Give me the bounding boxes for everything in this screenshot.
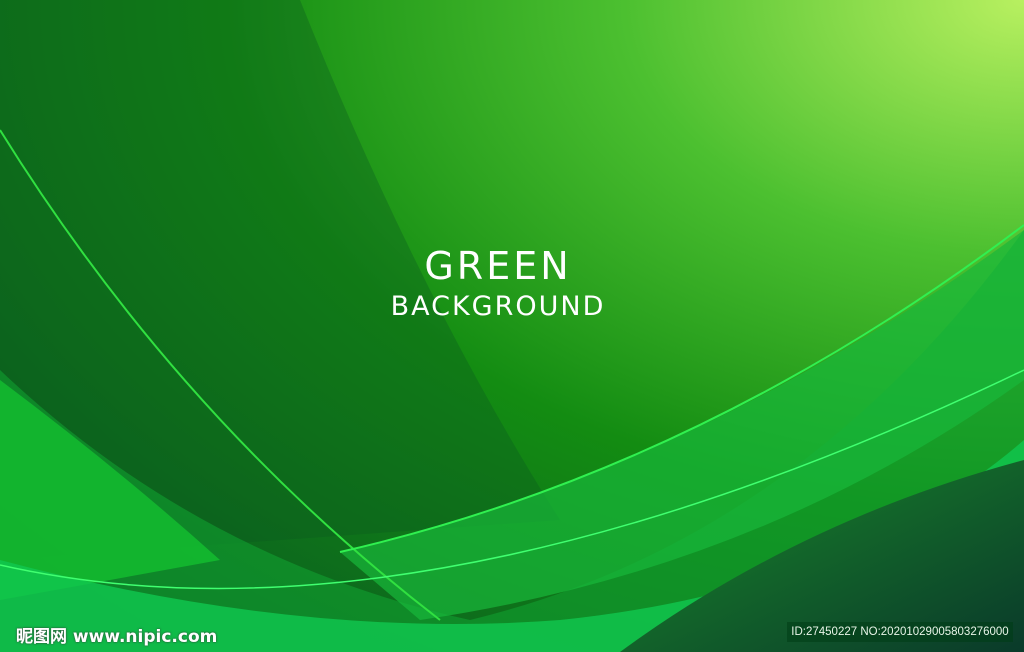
watermark: 昵图网 www.nipic.com (16, 622, 217, 647)
subheadline: BACKGROUND (390, 291, 606, 322)
headline: GREEN (424, 244, 572, 288)
watermark-site-name: 昵图网 (16, 627, 67, 647)
watermark-url: www.nipic.com (72, 627, 218, 647)
image-id-label: ID:27450227 NO:20201029005803276000 (787, 622, 1013, 642)
green-wave-background (0, 0, 1024, 652)
